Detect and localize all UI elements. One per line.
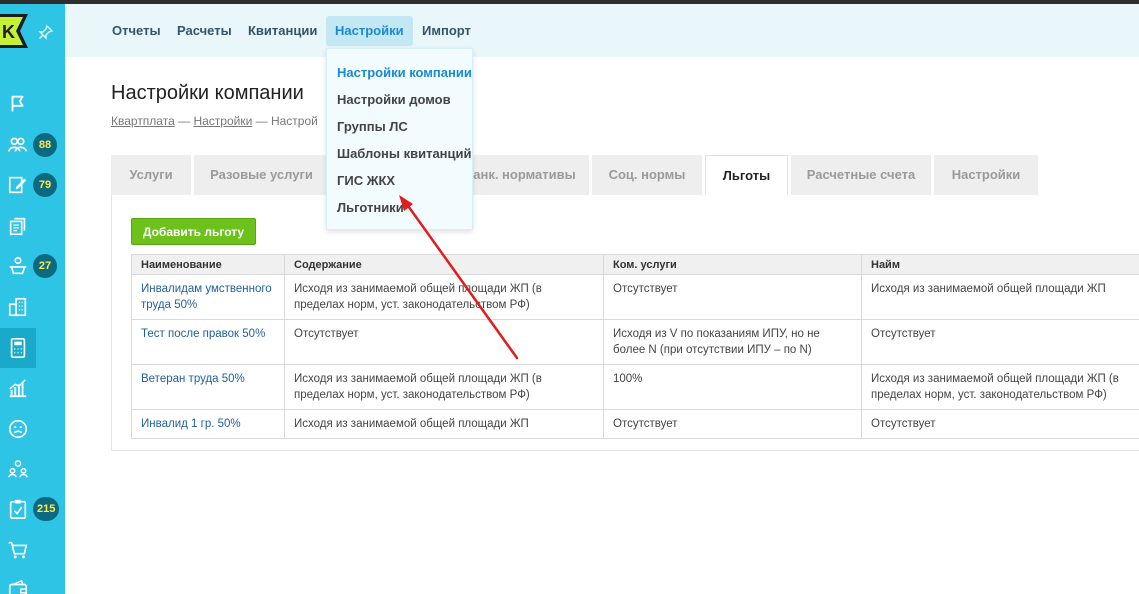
table-cell: Исходя из занимаемой общей площади ЖП <box>284 409 604 439</box>
sidebar-item-documents-stack[interactable] <box>0 206 36 246</box>
sidebar-item-stats-chart[interactable] <box>0 368 36 408</box>
breadcrumb-link-kvartplata[interactable]: Квартплата <box>111 114 175 128</box>
menu-item-gis-zhkh[interactable]: ГИС ЖКХ <box>327 167 472 194</box>
table-row[interactable]: Инвалид 1 гр. 50% Исходя из занимаемой о… <box>131 409 1139 439</box>
nav-item-receipts[interactable]: Квитанции <box>239 16 326 46</box>
breadcrumb: Квартплата — Настройки — Настрой <box>111 114 318 128</box>
column-header-name[interactable]: Наименование <box>131 254 285 275</box>
table-cell: Исходя из занимаемой общей площади ЖП (в… <box>284 364 604 410</box>
column-header-content[interactable]: Содержание <box>284 254 604 275</box>
table-cell: Отсутствует <box>861 409 1139 439</box>
benefit-name-link[interactable]: Инвалид 1 гр. 50% <box>131 409 285 439</box>
table-row[interactable]: Тест после правок 50% Отсутствует Исходя… <box>131 319 1139 365</box>
pin-icon[interactable] <box>38 24 54 40</box>
benefit-name-link[interactable]: Тест после правок 50% <box>131 319 285 365</box>
menu-item-beneficiaries[interactable]: Льготники <box>327 194 472 221</box>
sidebar-item-wallet[interactable] <box>0 570 36 594</box>
table-cell: Отсутствует <box>603 274 862 320</box>
benefit-name-link[interactable]: Инвалидам умственного труда 50% <box>131 274 285 320</box>
calculator-icon <box>10 338 26 358</box>
inspector-icon <box>9 256 27 275</box>
sidebar-item-sad-face[interactable] <box>0 409 36 449</box>
sad-face-icon <box>8 419 28 439</box>
table-row[interactable]: Инвалидам умственного труда 50% Исходя и… <box>131 274 1139 320</box>
menu-item-receipt-templates[interactable]: Шаблоны квитанций <box>327 140 472 167</box>
tab-settings[interactable]: Настройки <box>934 155 1038 195</box>
table-cell: Исходя из занимаемой общей площади ЖП (в… <box>861 364 1139 410</box>
table-cell: Отсутствует <box>603 409 862 439</box>
tab-norms[interactable]: анк. нормативы <box>460 155 589 195</box>
checklist-icon <box>9 499 27 519</box>
sidebar-item-calculator[interactable] <box>0 328 36 368</box>
breadcrumb-separator: — <box>252 114 271 128</box>
settings-dropdown-menu: Настройки компании Настройки домов Групп… <box>326 48 473 230</box>
window-top-strip <box>0 0 1139 4</box>
people-group-icon <box>8 137 28 152</box>
sidebar-item-flag[interactable] <box>0 84 36 124</box>
breadcrumb-separator: — <box>174 114 194 128</box>
table-row[interactable]: Ветеран труда 50% Исходя из занимаемой о… <box>131 364 1139 410</box>
sidebar-item-edit-document[interactable] <box>0 165 36 205</box>
sidebar-badge: 27 <box>33 254 57 278</box>
add-benefit-button[interactable]: Добавить льготу <box>131 218 256 245</box>
sidebar-item-buildings[interactable] <box>0 287 36 327</box>
sidebar-item-checklist[interactable] <box>0 489 36 529</box>
tab-one-time-services[interactable]: Разовые услуги <box>194 155 329 195</box>
column-header-rent[interactable]: Найм <box>861 254 1139 275</box>
edit-document-icon <box>8 176 27 194</box>
cart-icon <box>8 541 28 559</box>
nav-item-settings[interactable]: Настройки <box>326 16 413 46</box>
table-header-row: Наименование Содержание Ком. услуги Найм <box>131 254 1139 275</box>
sidebar: K 88 79 27 215 <box>0 4 65 594</box>
page-title: Настройки компании <box>111 82 304 104</box>
sidebar-badge: 79 <box>33 173 57 197</box>
tab-bank-accounts[interactable]: Расчетные счета <box>791 155 931 195</box>
benefits-table: Наименование Содержание Ком. услуги Найм… <box>131 254 1139 439</box>
team-icon <box>8 460 28 478</box>
benefit-name-link[interactable]: Ветеран труда 50% <box>131 364 285 410</box>
stats-chart-icon <box>9 379 27 398</box>
nav-item-reports[interactable]: Отчеты <box>103 16 170 46</box>
menu-item-company-settings[interactable]: Настройки компании <box>327 59 472 86</box>
table-cell: Исходя из V по показаниям ИПУ, но не бол… <box>603 319 862 365</box>
buildings-icon <box>8 297 27 317</box>
wallet-icon <box>8 579 28 594</box>
app-logo[interactable]: K <box>0 14 28 48</box>
breadcrumb-current: Настрой <box>270 114 318 128</box>
sidebar-badge: 88 <box>33 133 57 157</box>
sidebar-item-inspector[interactable] <box>0 246 36 286</box>
documents-stack-icon <box>9 217 26 236</box>
tab-benefits[interactable]: Льготы <box>705 155 788 196</box>
tab-services[interactable]: Услуги <box>111 155 191 195</box>
sidebar-item-cart[interactable] <box>0 530 36 570</box>
menu-item-house-settings[interactable]: Настройки домов <box>327 86 472 113</box>
tab-social-norms[interactable]: Соц. нормы <box>592 155 702 195</box>
table-cell: Отсутствует <box>861 319 1139 365</box>
flag-icon <box>11 95 24 112</box>
nav-item-import[interactable]: Импорт <box>413 16 480 46</box>
sidebar-item-people-group[interactable] <box>0 125 36 165</box>
nav-item-calculations[interactable]: Расчеты <box>168 16 241 46</box>
logo-letter: K <box>2 22 15 42</box>
top-nav: Отчеты Расчеты Квитанции Настройки Импор… <box>65 4 1139 57</box>
column-header-utilities[interactable]: Ком. услуги <box>603 254 862 275</box>
menu-item-account-groups[interactable]: Группы ЛС <box>327 113 472 140</box>
table-cell: Исходя из занимаемой общей площади ЖП (в… <box>284 274 604 320</box>
breadcrumb-link-settings[interactable]: Настройки <box>193 114 252 128</box>
table-cell: 100% <box>603 364 862 410</box>
sidebar-badge: 215 <box>33 497 60 521</box>
sidebar-item-team[interactable] <box>0 449 36 489</box>
table-cell: Исходя из занимаемой общей площади ЖП <box>861 274 1139 320</box>
table-cell: Отсутствует <box>284 319 604 365</box>
